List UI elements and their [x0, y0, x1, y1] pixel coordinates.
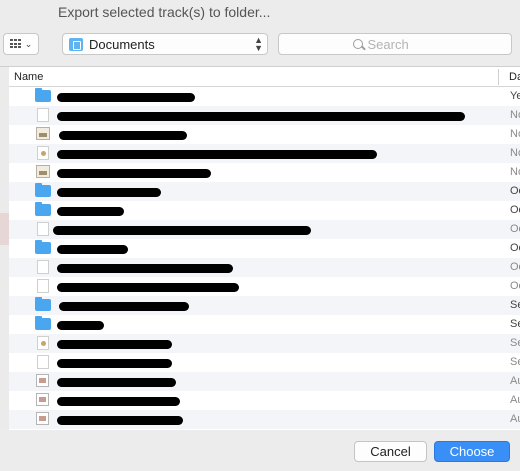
document-icon — [35, 260, 51, 274]
file-row[interactable]: Au — [9, 372, 520, 391]
document-icon — [35, 222, 51, 236]
file-row[interactable]: Oc — [9, 277, 520, 296]
redacted-file-name — [57, 359, 172, 368]
redacted-file-name — [59, 131, 187, 140]
file-row[interactable]: Se — [9, 296, 520, 315]
image-file-icon — [35, 127, 51, 141]
file-row[interactable]: Au — [9, 410, 520, 429]
file-date: Oc — [510, 223, 520, 235]
file-date: Se — [510, 318, 520, 330]
redacted-file-name — [57, 245, 128, 254]
file-row[interactable]: Oc — [9, 220, 520, 239]
file-date: Se — [510, 356, 520, 368]
file-row[interactable]: Oc — [9, 182, 520, 201]
search-input[interactable] — [367, 36, 438, 52]
file-date: Oc — [510, 204, 520, 216]
file-row[interactable]: Oc — [9, 201, 520, 220]
grid-view-icon — [9, 39, 22, 49]
spreadsheet-file-icon — [35, 393, 51, 407]
file-date: Oc — [510, 185, 520, 197]
document-icon — [35, 355, 51, 369]
folder-icon — [35, 297, 51, 312]
list-header: Name Da — [9, 67, 520, 87]
file-row[interactable]: No — [9, 163, 520, 182]
image-file-icon — [35, 165, 51, 179]
cancel-button[interactable]: Cancel — [354, 441, 427, 462]
redacted-file-name — [57, 169, 211, 178]
spreadsheet-file-icon — [35, 374, 51, 388]
file-date: No — [510, 147, 520, 159]
toolbar: ⌄ Documents ▲ ▼ — [0, 26, 520, 64]
document-icon — [35, 279, 51, 293]
view-options-button[interactable]: ⌄ — [3, 33, 39, 55]
redacted-file-name — [57, 188, 161, 197]
file-date: Au — [510, 375, 520, 387]
chevron-down-icon: ⌄ — [24, 38, 33, 49]
redacted-file-name — [57, 264, 233, 273]
redacted-file-name — [57, 150, 377, 159]
file-date: Se — [510, 299, 520, 311]
redacted-file-name — [57, 340, 172, 349]
file-row[interactable]: No — [9, 106, 520, 125]
redacted-file-name — [57, 321, 104, 330]
document-icon — [35, 108, 51, 122]
file-row[interactable]: Au — [9, 391, 520, 410]
folder-icon — [35, 183, 51, 198]
file-row[interactable]: No — [9, 144, 520, 163]
search-icon — [352, 39, 363, 49]
dialog-buttons: Cancel Choose — [0, 430, 520, 471]
file-date: Oc — [510, 261, 520, 273]
redacted-file-name — [57, 416, 183, 425]
file-row[interactable]: Se — [9, 353, 520, 372]
column-header-name[interactable]: Name — [14, 71, 43, 83]
redacted-file-name — [53, 226, 311, 235]
file-date: No — [510, 128, 520, 140]
column-divider[interactable] — [498, 69, 499, 85]
redacted-file-name — [57, 283, 239, 292]
spreadsheet-file-icon — [35, 412, 51, 426]
file-date: No — [510, 166, 520, 178]
location-popup[interactable]: Documents ▲ ▼ — [62, 33, 268, 55]
pdf-file-icon — [35, 336, 51, 350]
file-date: Oc — [510, 242, 520, 254]
column-header-date[interactable]: Da — [509, 71, 520, 83]
redacted-file-name — [59, 302, 189, 311]
folder-icon — [35, 88, 51, 103]
folder-icon — [35, 240, 51, 255]
location-label: Documents — [89, 36, 155, 52]
file-browser[interactable]: Name Da Ye No No No No Oc Oc Oc Oc Oc Oc Se Se Se Se Au… — [0, 66, 520, 430]
file-row[interactable]: Se — [9, 334, 520, 353]
pdf-file-icon — [35, 146, 51, 160]
file-row[interactable]: No — [9, 125, 520, 144]
file-date: Au — [510, 394, 520, 406]
redacted-file-name — [57, 397, 180, 406]
choose-button[interactable]: Choose — [434, 441, 510, 462]
file-date: Se — [510, 337, 520, 349]
dialog-title: Export selected track(s) to folder... — [58, 4, 271, 20]
file-list[interactable]: Name Da Ye No No No No Oc Oc Oc Oc Oc Oc Se Se Se Se Au… — [9, 67, 520, 429]
file-row[interactable]: Oc — [9, 258, 520, 277]
documents-folder-icon — [69, 37, 83, 51]
file-row[interactable]: Oc — [9, 239, 520, 258]
folder-icon — [35, 316, 51, 331]
file-date: Au — [510, 413, 520, 425]
file-rows: Ye No No No No Oc Oc Oc Oc Oc Oc Se Se Se Se Au Au Au — [9, 87, 520, 429]
folder-icon — [35, 202, 51, 217]
search-field[interactable] — [278, 33, 512, 55]
file-date: Oc — [510, 280, 520, 292]
up-down-chevron-icon: ▲ ▼ — [254, 35, 263, 53]
file-row[interactable]: Se — [9, 315, 520, 334]
file-date: Ye — [510, 90, 520, 102]
redacted-file-name — [57, 112, 465, 121]
file-date: No — [510, 109, 520, 121]
file-row[interactable]: Ye — [9, 87, 520, 106]
redacted-file-name — [57, 93, 195, 102]
sidebar-edge — [0, 67, 9, 430]
redacted-file-name — [57, 207, 124, 216]
redacted-file-name — [57, 378, 176, 387]
